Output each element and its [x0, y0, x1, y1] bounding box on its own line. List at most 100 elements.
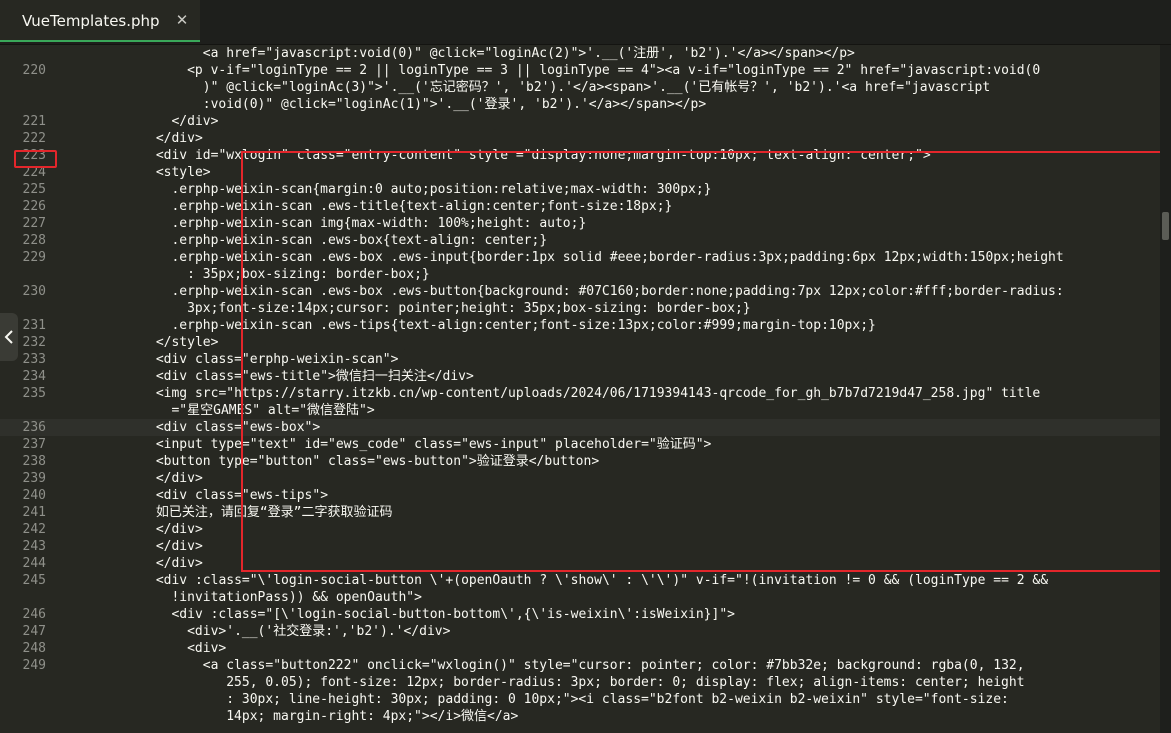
code-line: <a href="javascript:void(0)" @click="log…	[0, 45, 1160, 62]
line-number: 246	[22, 607, 46, 622]
code-text: .erphp-weixin-scan{margin:0 auto;positio…	[171, 182, 712, 197]
line-number: 248	[22, 641, 46, 656]
code-text: : 35px;box-sizing: border-box;}	[187, 267, 430, 282]
code-text: !invitationPass)) && openOauth">	[171, 590, 422, 605]
tab-bar: VueTemplates.php ✕	[0, 0, 1171, 45]
code-line: 221 </div>	[0, 113, 1160, 130]
sidebar-toggle[interactable]	[0, 313, 18, 361]
code-line: 243 </div>	[0, 538, 1160, 555]
code-text: 如已关注，请回复“登录”二字获取验证码	[155, 505, 393, 520]
code-line: 233 <div class="erphp-weixin-scan">	[0, 351, 1160, 368]
code-line: :void(0)" @click="loginAc(1)">'.__('登录',…	[0, 96, 1160, 113]
tab-vuetemplates[interactable]: VueTemplates.php ✕	[0, 0, 200, 42]
code-text: </style>	[155, 335, 219, 350]
code-text: <p v-if="loginType == 2 || loginType == …	[187, 63, 1041, 78]
code-line: 14px; margin-right: 4px;"></i>微信</a>	[0, 708, 1160, 725]
vertical-scrollbar[interactable]	[1160, 45, 1171, 733]
line-number: 240	[22, 488, 46, 503]
code-line: 248 <div>	[0, 640, 1160, 657]
code-text: .erphp-weixin-scan .ews-box{text-align: …	[171, 233, 548, 248]
code-line: 229 .erphp-weixin-scan .ews-box .ews-inpu…	[0, 249, 1160, 266]
scrollbar-thumb[interactable]	[1162, 212, 1169, 240]
code-text: <div>	[187, 641, 227, 656]
code-line: 225 .erphp-weixin-scan{margin:0 auto;posi…	[0, 181, 1160, 198]
code-text: 3px;font-size:14px;cursor: pointer;heigh…	[187, 301, 751, 316]
code-text: </div>	[155, 131, 203, 146]
code-line: 238 <button type="button" class="ews-butt…	[0, 453, 1160, 470]
line-number: 220	[22, 63, 46, 78]
code-line: 222 </div>	[0, 130, 1160, 147]
line-number: 241	[22, 505, 46, 520]
code-line: 240 <div class="ews-tips">	[0, 487, 1160, 504]
code-text: .erphp-weixin-scan img{max-width: 100%;h…	[171, 216, 587, 231]
line-number: 235	[22, 386, 46, 401]
code-line: 228 .erphp-weixin-scan .ews-box{text-alig…	[0, 232, 1160, 249]
code-line: 245 <div :class="\'login-social-button \'…	[0, 572, 1160, 589]
line-number: 225	[22, 182, 46, 197]
code-line: 220 <p v-if="loginType == 2 || loginType …	[0, 62, 1160, 79]
code-line: : 30px; line-height: 30px; padding: 0 10…	[0, 691, 1160, 708]
code-text: <div :class="[\'login-social-button-bott…	[171, 607, 735, 622]
code-line: 234 <div class="ews-title">微信扫一扫关注</div>	[0, 368, 1160, 385]
code-line: 244 </div>	[0, 555, 1160, 572]
line-number: 244	[22, 556, 46, 571]
line-number: 228	[22, 233, 46, 248]
line-number: 223	[22, 148, 46, 163]
code-line: 249 <a class="button222" onclick="wxlogin…	[0, 657, 1160, 674]
code-text: <button type="button" class="ews-button"…	[155, 454, 600, 469]
line-number: 230	[22, 284, 46, 299]
code-line: 232 </style>	[0, 334, 1160, 351]
code-text: )" @click="loginAc(3)">'.__('忘记密码？', 'b2…	[202, 80, 991, 95]
line-number: 245	[22, 573, 46, 588]
code-line: ="星空GAMES" alt="微信登陆">	[0, 402, 1160, 419]
code-line: 230 .erphp-weixin-scan .ews-box .ews-butt…	[0, 283, 1160, 300]
code-line: 237 <input type="text" id="ews_code" clas…	[0, 436, 1160, 453]
code-line: 242 </div>	[0, 521, 1160, 538]
line-number: 227	[22, 216, 46, 231]
code-text: <div>'.__('社交登录:','b2').'</div>	[187, 624, 451, 639]
line-number: 222	[22, 131, 46, 146]
code-text: <div id="wxlogin" class="entry-content" …	[155, 148, 931, 163]
code-text: <div :class="\'login-social-button \'+(o…	[155, 573, 1049, 588]
code-text: .erphp-weixin-scan .ews-box .ews-input{b…	[171, 250, 1064, 265]
code-text: : 30px; line-height: 30px; padding: 0 10…	[226, 692, 1009, 707]
code-text: </div>	[155, 471, 203, 486]
close-icon[interactable]: ✕	[174, 11, 190, 29]
code-line: 227 .erphp-weixin-scan img{max-width: 100…	[0, 215, 1160, 232]
code-text: <style>	[155, 165, 211, 180]
line-number: 221	[22, 114, 46, 129]
code-text: :void(0)" @click="loginAc(1)">'.__('登录',…	[202, 97, 707, 112]
code-line: 236 <div class="ews-box">	[0, 419, 1160, 436]
line-number: 234	[22, 369, 46, 384]
code-text: .erphp-weixin-scan .ews-tips{text-align:…	[171, 318, 876, 333]
line-number: 249	[22, 658, 46, 673]
code-text: ="星空GAMES" alt="微信登陆">	[171, 403, 375, 418]
line-number: 247	[22, 624, 46, 639]
line-number: 237	[22, 437, 46, 452]
code-text: <img src="https://starry.itzkb.cn/wp-con…	[155, 386, 1041, 401]
code-text: </div>	[155, 556, 203, 571]
code-line: 247 <div>'.__('社交登录:','b2').'</div>	[0, 623, 1160, 640]
line-number: 226	[22, 199, 46, 214]
code-line: 231 .erphp-weixin-scan .ews-tips{text-ali…	[0, 317, 1160, 334]
code-text: <div class="ews-title">微信扫一扫关注</div>	[155, 369, 474, 384]
line-number: 239	[22, 471, 46, 486]
tab-title: VueTemplates.php	[22, 12, 160, 30]
code-editor[interactable]: <a href="javascript:void(0)" @click="log…	[0, 45, 1160, 733]
code-text: <div class="erphp-weixin-scan">	[155, 352, 399, 367]
line-number: 242	[22, 522, 46, 537]
code-text: 14px; margin-right: 4px;"></i>微信</a>	[226, 709, 519, 724]
code-text: <div class="ews-tips">	[155, 488, 329, 503]
code-text: .erphp-weixin-scan .ews-title{text-align…	[171, 199, 673, 214]
code-text: </div>	[171, 114, 219, 129]
line-number: 238	[22, 454, 46, 469]
code-line: : 35px;box-sizing: border-box;}	[0, 266, 1160, 283]
code-line: )" @click="loginAc(3)">'.__('忘记密码？', 'b2…	[0, 79, 1160, 96]
line-number: 236	[22, 420, 46, 435]
code-text: <a href="javascript:void(0)" @click="log…	[202, 46, 855, 61]
code-text: </div>	[155, 522, 203, 537]
code-line: 226 .erphp-weixin-scan .ews-title{text-al…	[0, 198, 1160, 215]
code-text: <a class="button222" onclick="wxlogin()"…	[202, 658, 1025, 673]
code-text: <input type="text" id="ews_code" class="…	[155, 437, 712, 452]
line-number: 243	[22, 539, 46, 554]
